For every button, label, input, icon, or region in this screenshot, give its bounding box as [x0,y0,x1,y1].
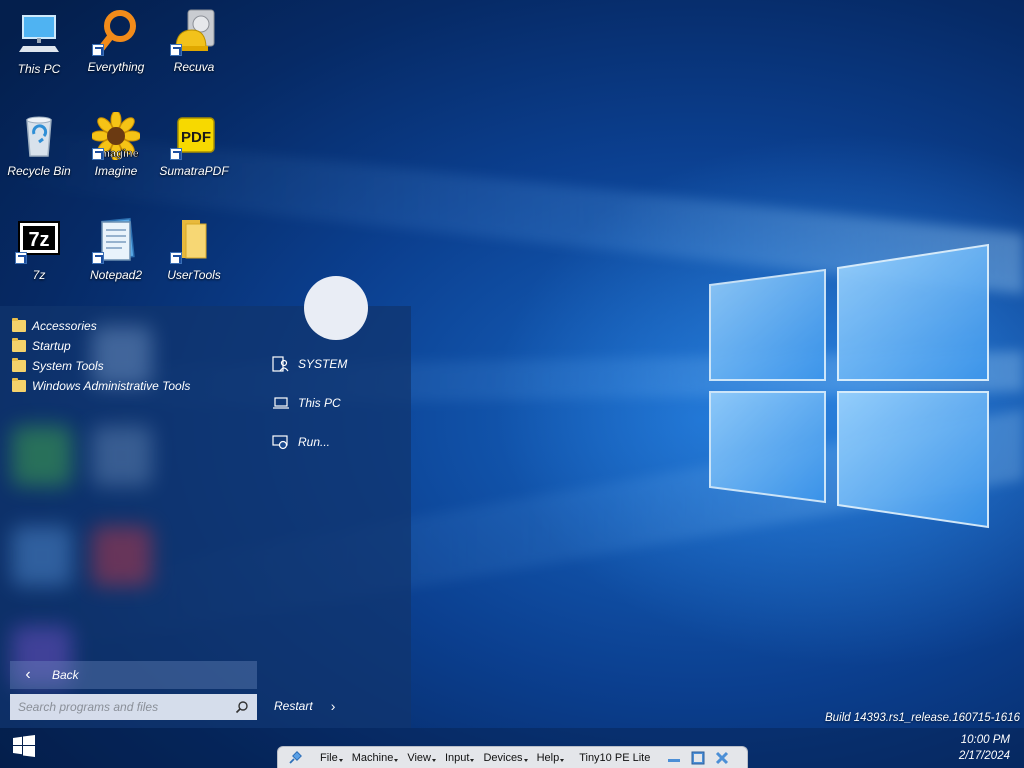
shortcut-arrow-icon [170,148,182,160]
shortcut-arrow-icon [170,252,182,264]
folder-label: System Tools [32,359,104,373]
computer-icon [15,10,63,58]
folder-label: Accessories [32,319,97,333]
desktop-icon-notepad2[interactable]: Notepad2 [77,216,155,282]
desktop-icon-imagine[interactable]: Imagine Imagine [77,110,155,178]
vm-menu-file[interactable]: File [320,752,343,764]
windows-start-icon [12,734,36,763]
folder-label: Windows Administrative Tools [32,379,191,393]
folder-icon [12,338,26,352]
place-label: This PC [298,396,341,410]
blurred-tile [12,526,72,586]
run-icon [272,434,290,450]
folder-icon [12,358,26,372]
hard-drive-hardhat-icon [170,8,218,56]
pin-icon[interactable] [284,748,306,768]
desktop-icon-label: Recuva [173,60,215,74]
search-box [10,694,257,720]
blurred-tile [92,426,152,486]
vm-menu-machine[interactable]: Machine [352,752,398,764]
restart-label: Restart [274,699,313,713]
desktop-icon-this-pc[interactable]: This PC [0,10,78,76]
place-label: Run... [298,435,331,449]
vm-menu-help[interactable]: Help [537,752,564,764]
desktop-icon-label: Notepad2 [89,268,143,282]
desktop-icon-label: SumatraPDF [159,164,229,178]
chevron-right-icon: › [330,698,336,714]
laptop-icon [272,395,290,411]
desktop-icon-label: 7z [32,268,46,282]
back-label: Back [52,668,79,682]
desktop-icon-recuva[interactable]: Recuva [155,8,233,74]
place-item-run[interactable]: Run... [272,434,330,450]
restore-icon[interactable] [690,750,706,766]
clock-time: 10:00 PM [960,734,1010,746]
desktop-icon-label: Recycle Bin [7,164,71,178]
place-item-this-pc[interactable]: This PC [272,395,341,411]
user-avatar[interactable] [304,276,368,340]
notepad-icon [92,216,140,264]
start-button[interactable] [0,728,48,768]
shortcut-arrow-icon [170,44,182,56]
desktop-icon-7z[interactable]: 7z 7z [0,216,78,282]
desktop-icon-label: Imagine [94,164,138,178]
desktop-icon-label: Everything [87,60,145,74]
folder-list: Accessories Startup System Tools Windows… [12,316,190,396]
user-icon [272,356,290,372]
desktop-icon-everything[interactable]: Everything [77,8,155,74]
windows-logo-icon [700,240,1000,540]
vm-title: Tiny10 PE Lite [579,751,651,764]
build-watermark: Build 14393.rs1_release.160715-1616 [824,712,1020,724]
clock-date: 2/17/2024 [958,750,1010,762]
restart-button[interactable]: Restart › [274,698,335,714]
recycle-bin-icon [15,112,63,160]
vm-menu-view[interactable]: View [407,752,436,764]
folder-item-accessories[interactable]: Accessories [12,316,190,336]
folder-item-startup[interactable]: Startup [12,336,190,356]
seven-zip-icon: 7z [15,216,63,264]
shortcut-arrow-icon [92,44,104,56]
minimize-icon[interactable] [666,750,682,766]
blurred-tile [92,526,152,586]
folder-item-windows-administrative-tools[interactable]: Windows Administrative Tools [12,376,190,396]
search-input[interactable] [18,700,218,714]
vm-menu-input[interactable]: Input [445,752,476,764]
folder-label: Startup [32,339,71,353]
shortcut-arrow-icon [15,252,27,264]
shortcut-arrow-icon [92,252,104,264]
shortcut-arrow-icon [92,148,104,160]
pdf-overlay-text: PDF [181,129,211,146]
folder-icon [170,216,218,264]
place-label: SYSTEM [298,357,348,371]
chevron-left-icon: ‹ [25,666,31,683]
desktop-icon-label: UserTools [167,268,221,282]
desktop-icon-sumatrapdf[interactable]: PDF SumatraPDF [155,112,233,178]
vm-control-bar: File Machine View Input Devices Help Tin… [277,746,748,768]
desktop-icon-recycle-bin[interactable]: Recycle Bin [0,112,78,178]
place-item-system[interactable]: SYSTEM [272,356,347,372]
pdf-icon: PDF [170,112,218,160]
vm-menu-devices[interactable]: Devices [483,752,528,764]
desktop-icon-label: This PC [17,62,61,76]
folder-icon [12,378,26,392]
back-button[interactable]: ‹ Back [10,661,257,689]
folder-icon [12,318,26,332]
taskbar-clock[interactable]: 10:00 PM 2/17/2024 [959,732,1010,764]
seven-zip-overlay-text: 7z [28,229,49,251]
folder-item-system-tools[interactable]: System Tools [12,356,190,376]
blurred-tile [12,426,72,486]
close-icon[interactable] [714,750,730,766]
desktop-icon-usertools[interactable]: UserTools [155,216,233,282]
magnifier-orange-icon [92,8,140,56]
search-icon[interactable] [235,700,249,714]
sunflower-icon: Imagine [90,110,142,162]
